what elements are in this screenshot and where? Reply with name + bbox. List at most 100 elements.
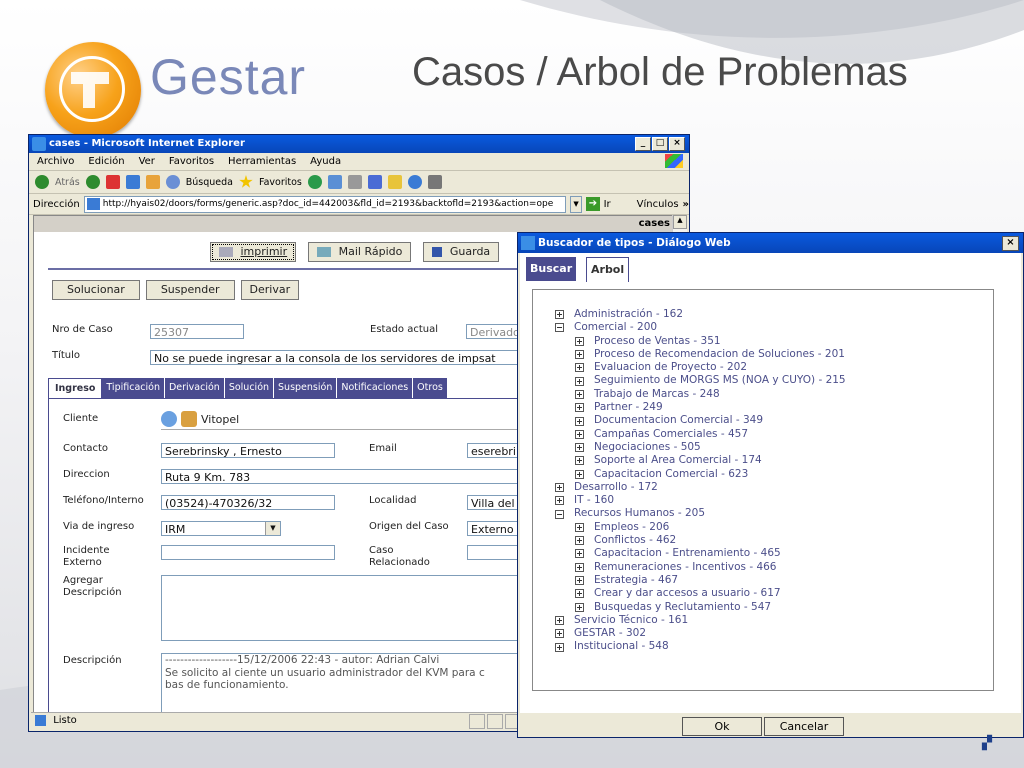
menu-ayuda[interactable]: Ayuda <box>310 156 341 167</box>
expand-icon[interactable] <box>575 363 584 373</box>
expand-icon[interactable] <box>555 629 564 639</box>
tree-node[interactable]: Proceso de Recomendacion de Soluciones -… <box>555 348 846 361</box>
cancel-button[interactable]: Cancelar <box>764 717 844 736</box>
tree-node[interactable]: Remuneraciones - Incentivos - 466 <box>555 561 846 574</box>
tree-node-label[interactable]: Busquedas y Reclutamiento - 547 <box>594 601 771 614</box>
tree-node[interactable]: Capacitacion Comercial - 623 <box>555 468 846 481</box>
expand-icon[interactable] <box>575 549 584 559</box>
tree-node-label[interactable]: Empleos - 206 <box>594 521 669 534</box>
tree-node-label[interactable]: Proceso de Ventas - 351 <box>594 335 721 348</box>
tree-node-label[interactable]: Negociaciones - 505 <box>594 441 701 454</box>
solucionar-button[interactable]: Solucionar <box>52 280 140 300</box>
mail-rapido-button[interactable]: Mail Rápido <box>308 242 412 262</box>
tree-node-label[interactable]: Institucional - 548 <box>574 640 669 653</box>
tree-node-label[interactable]: GESTAR - 302 <box>574 627 646 640</box>
tree-node-label[interactable]: Seguimiento de MORGS MS (NOA y CUYO) - 2… <box>594 374 846 387</box>
tree-node[interactable]: IT - 160 <box>555 494 846 507</box>
tree-node[interactable]: Empleos - 206 <box>555 521 846 534</box>
menu-herramientas[interactable]: Herramientas <box>228 156 296 167</box>
stop-icon[interactable] <box>105 175 120 189</box>
collapse-icon[interactable] <box>555 509 564 519</box>
tree-node[interactable]: Proceso de Ventas - 351 <box>555 335 846 348</box>
descripcion-textarea[interactable]: -------------------15/12/2006 22:43 - au… <box>161 653 557 712</box>
expand-icon[interactable] <box>555 642 564 652</box>
nro-caso-field[interactable]: 25307 <box>150 324 244 339</box>
back-button[interactable]: Atrás <box>55 177 80 188</box>
expand-icon[interactable] <box>555 310 564 320</box>
tree-node[interactable]: Recursos Humanos - 205 <box>555 507 846 520</box>
tree-node-label[interactable]: Servicio Técnico - 161 <box>574 614 688 627</box>
derivar-button[interactable]: Derivar <box>240 280 300 300</box>
suspender-button[interactable]: Suspender <box>145 280 235 300</box>
expand-icon[interactable] <box>575 589 584 599</box>
tree-node[interactable]: Desarrollo - 172 <box>555 481 846 494</box>
via-ingreso-select[interactable]: IRM ▼ <box>161 521 281 536</box>
expand-icon[interactable] <box>575 403 584 413</box>
tree-node-label[interactable]: Crear y dar accesos a usuario - 617 <box>594 587 781 600</box>
expand-icon[interactable] <box>575 429 584 439</box>
tab-otros[interactable]: Otros <box>413 378 448 398</box>
address-input[interactable]: http://hyais02/doors/forms/generic.asp?d… <box>83 195 566 213</box>
menu-favoritos[interactable]: Favoritos <box>169 156 214 167</box>
go-arrow-icon[interactable]: ➔ <box>586 197 600 211</box>
tree-node-label[interactable]: Capacitacion - Entrenamiento - 465 <box>594 547 781 560</box>
titulo-field[interactable]: No se puede ingresar a la consola de los… <box>150 350 550 365</box>
expand-icon[interactable] <box>575 443 584 453</box>
expand-icon[interactable] <box>575 416 584 426</box>
tree-node[interactable]: Servicio Técnico - 161 <box>555 614 846 627</box>
tree-node-label[interactable]: Recursos Humanos - 205 <box>574 507 705 520</box>
tree-node[interactable]: Documentacion Comercial - 349 <box>555 414 846 427</box>
tree-node[interactable]: Negociaciones - 505 <box>555 441 846 454</box>
lookup-icon[interactable] <box>161 411 177 427</box>
tree-node-label[interactable]: Trabajo de Marcas - 248 <box>594 388 720 401</box>
agregar-descripcion-textarea[interactable] <box>161 575 557 641</box>
tree-node-label[interactable]: Evaluacion de Proyecto - 202 <box>594 361 747 374</box>
contacto-field[interactable]: Serebrinsky , Ernesto <box>161 443 335 458</box>
telefono-field[interactable]: (03524)-470326/32 <box>161 495 335 510</box>
expand-icon[interactable] <box>555 483 564 492</box>
tab-suspension[interactable]: Suspensión <box>274 378 338 398</box>
tree-node[interactable]: Trabajo de Marcas - 248 <box>555 388 846 401</box>
tab-derivacion[interactable]: Derivación <box>164 378 225 398</box>
tab-tipificacion[interactable]: Tipificación <box>102 378 165 398</box>
tree-node-label[interactable]: Estrategia - 467 <box>594 574 678 587</box>
scroll-up-icon[interactable]: ▲ <box>673 215 687 229</box>
links-chevron-icon[interactable]: » <box>683 199 689 210</box>
tree-node-label[interactable]: Proceso de Recomendacion de Soluciones -… <box>594 348 845 361</box>
expand-icon[interactable] <box>575 602 584 612</box>
back-icon[interactable] <box>35 175 49 189</box>
expand-icon[interactable] <box>575 469 584 479</box>
expand-icon[interactable] <box>555 496 564 506</box>
go-button[interactable]: Ir <box>604 199 611 210</box>
favorites-button[interactable]: Favoritos <box>259 177 302 188</box>
tree-node[interactable]: Estrategia - 467 <box>555 574 846 587</box>
forward-icon[interactable] <box>85 175 100 189</box>
tree-node[interactable]: Conflictos - 462 <box>555 534 846 547</box>
expand-icon[interactable] <box>575 350 584 360</box>
direccion-field[interactable]: Ruta 9 Km. 783 <box>161 469 557 484</box>
menu-archivo[interactable]: Archivo <box>37 156 74 167</box>
tree-node-label[interactable]: Documentacion Comercial - 349 <box>594 414 763 427</box>
minimize-button[interactable]: _ <box>635 137 651 151</box>
save-button[interactable]: Guarda <box>423 242 500 262</box>
tree-node-label[interactable]: Campañas Comerciales - 457 <box>594 428 748 441</box>
tab-arbol[interactable]: Arbol <box>586 257 630 282</box>
tab-ingreso[interactable]: Ingreso <box>48 378 103 399</box>
expand-icon[interactable] <box>555 615 564 625</box>
menu-ver[interactable]: Ver <box>139 156 155 167</box>
expand-icon[interactable] <box>575 336 584 346</box>
tree-node[interactable]: Partner - 249 <box>555 401 846 414</box>
tree-node[interactable]: Administración - 162 <box>555 308 846 321</box>
tree-node[interactable]: Busquedas y Reclutamiento - 547 <box>555 601 846 614</box>
dialog-close-button[interactable]: × <box>1002 236 1019 251</box>
tree-node-label[interactable]: Comercial - 200 <box>574 321 657 334</box>
folder-icon[interactable] <box>387 175 402 189</box>
tree-node-label[interactable]: Desarrollo - 172 <box>574 481 658 494</box>
expand-icon[interactable] <box>575 536 584 546</box>
expand-icon[interactable] <box>575 389 584 399</box>
links-button[interactable]: Vínculos <box>637 199 679 210</box>
search-button[interactable]: Búsqueda <box>186 177 233 188</box>
tree-node-label[interactable]: Administración - 162 <box>574 308 683 321</box>
tab-buscar[interactable]: Buscar <box>526 257 577 281</box>
maximize-button[interactable]: □ <box>652 137 668 151</box>
